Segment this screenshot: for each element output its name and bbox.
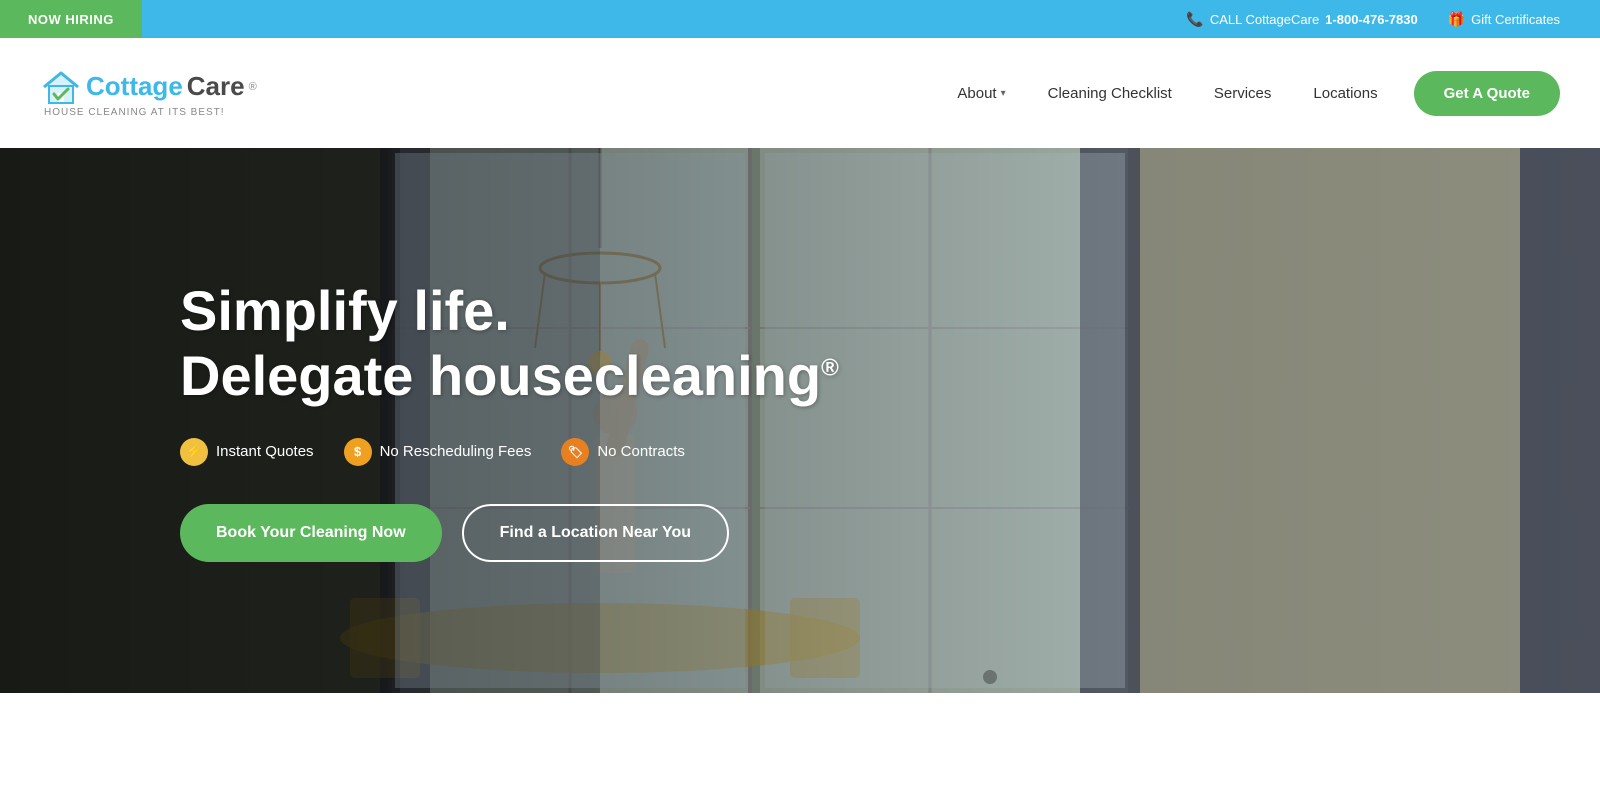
gift-label: Gift Certificates (1471, 12, 1560, 27)
nav-about[interactable]: About ▾ (941, 77, 1021, 110)
tag-badge: 🏷 (561, 438, 589, 466)
hero-buttons: Book Your Cleaning Now Find a Location N… (180, 504, 839, 562)
book-cleaning-button[interactable]: Book Your Cleaning Now (180, 504, 442, 562)
find-location-button[interactable]: Find a Location Near You (462, 504, 729, 562)
tag-icon: 🏷 (568, 445, 583, 459)
phone-number[interactable]: 1-800-476-7830 (1325, 12, 1418, 27)
feature1-label: Instant Quotes (216, 443, 314, 460)
feature-no-reschedule: $ No Rescheduling Fees (344, 438, 532, 466)
phone-info[interactable]: 📞 CALL CottageCare 1-800-476-7830 (1186, 11, 1417, 28)
logo-tagline: HOUSE CLEANING AT ITS BEST! (44, 107, 225, 118)
lightning-badge: ⚡ (180, 438, 208, 466)
logo-icon (40, 69, 82, 105)
phone-icon: 📞 (1186, 11, 1203, 28)
lightning-icon: ⚡ (185, 443, 202, 460)
hero-title-line1: Simplify life. (180, 279, 510, 342)
header: CottageCare ® HOUSE CLEANING AT ITS BEST!… (0, 38, 1600, 148)
feature2-label: No Rescheduling Fees (380, 443, 532, 460)
hero-content: Simplify life. Delegate housecleaning® ⚡… (0, 279, 839, 562)
call-text: CALL CottageCare (1210, 12, 1319, 27)
hero-registered: ® (821, 354, 839, 381)
logo-registered: ® (249, 81, 257, 93)
nav-services[interactable]: Services (1198, 77, 1288, 110)
hero-title-line2: Delegate housecleaning (180, 344, 821, 407)
gift-certificates-link[interactable]: 🎁 Gift Certificates (1448, 11, 1560, 28)
logo-area[interactable]: CottageCare ® HOUSE CLEANING AT ITS BEST! (40, 69, 257, 118)
hero-section: Simplify life. Delegate housecleaning® ⚡… (0, 148, 1600, 693)
nav-locations[interactable]: Locations (1297, 77, 1393, 110)
get-quote-button[interactable]: Get A Quote (1414, 71, 1560, 116)
hiring-badge[interactable]: NOW HIRING (0, 0, 142, 38)
dollar-icon: $ (354, 444, 361, 459)
feature-instant-quotes: ⚡ Instant Quotes (180, 438, 314, 466)
feature-no-contracts: 🏷 No Contracts (561, 438, 685, 466)
about-chevron-icon: ▾ (1001, 88, 1006, 99)
logo-text-care: Care (187, 71, 245, 102)
gift-icon: 🎁 (1448, 11, 1465, 28)
below-hero (0, 693, 1600, 793)
dollar-badge: $ (344, 438, 372, 466)
top-bar-right: 📞 CALL CottageCare 1-800-476-7830 🎁 Gift… (1186, 11, 1600, 28)
logo-text-cottage: Cottage (86, 71, 183, 102)
main-nav: About ▾ Cleaning Checklist Services Loca… (941, 71, 1560, 116)
hero-features: ⚡ Instant Quotes $ No Rescheduling Fees … (180, 438, 839, 466)
hero-title: Simplify life. Delegate housecleaning® (180, 279, 839, 408)
nav-cleaning-checklist[interactable]: Cleaning Checklist (1032, 77, 1188, 110)
feature3-label: No Contracts (597, 443, 685, 460)
top-bar: NOW HIRING 📞 CALL CottageCare 1-800-476-… (0, 0, 1600, 38)
logo-brand: CottageCare ® (40, 69, 257, 105)
